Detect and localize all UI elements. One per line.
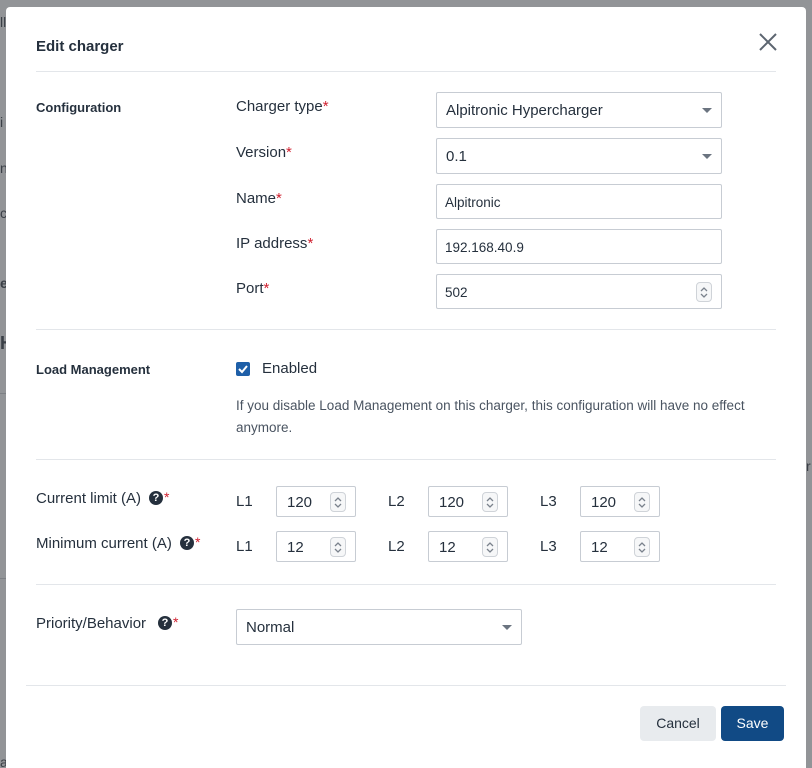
minimum-current-l1-value: 12 — [287, 539, 304, 556]
version-label: Version* — [236, 144, 292, 161]
current-limit-l3-input[interactable]: 120 — [580, 486, 660, 517]
charger-type-label-text: Charger type — [236, 98, 323, 115]
stepper[interactable] — [482, 537, 498, 557]
current-limit-label: Current limit (A) — [36, 490, 141, 507]
version-select[interactable]: 0.1 — [436, 138, 722, 174]
current-limit-l1-input[interactable]: 120 — [276, 486, 356, 517]
help-icon[interactable]: ? — [149, 491, 163, 505]
load-management-checkbox[interactable] — [236, 362, 250, 376]
checkmark-icon — [238, 365, 248, 374]
load-management-note-line1: If you disable Load Management on this c… — [236, 398, 745, 413]
port-stepper[interactable] — [696, 282, 712, 302]
header-divider — [36, 71, 776, 72]
dialog-header: Edit charger — [6, 7, 806, 72]
stepper-arrows-icon — [638, 497, 646, 508]
phase-label-l2: L2 — [388, 493, 405, 510]
stepper-arrows-icon — [334, 497, 342, 508]
name-label-text: Name — [236, 190, 277, 207]
version-label-text: Version — [236, 144, 287, 161]
minimum-current-label: Minimum current (A) — [36, 535, 172, 552]
ip-address-value: 192.168.40.9 — [445, 240, 524, 255]
phase-label-l3: L3 — [540, 493, 557, 510]
close-button[interactable] — [755, 29, 781, 55]
port-value: 502 — [445, 285, 468, 300]
required-marker: * — [164, 489, 170, 505]
required-marker: * — [263, 280, 270, 297]
priority-select[interactable]: Normal — [236, 609, 522, 645]
minimum-current-label-text: Minimum current (A) — [36, 535, 172, 552]
load-management-note-line2: anymore. — [236, 420, 293, 435]
port-label-text: Port — [236, 280, 264, 297]
required-marker: * — [173, 614, 179, 630]
section-divider — [36, 459, 776, 460]
enabled-label: Enabled — [262, 360, 318, 377]
charger-type-label: Charger type* — [236, 98, 329, 115]
stepper-arrows-icon — [334, 542, 342, 553]
phase-label-l1: L1 — [236, 538, 253, 555]
phase-label-l2: L2 — [388, 538, 405, 555]
priority-label: Priority/Behavior — [36, 615, 146, 632]
help-icon[interactable]: ? — [180, 536, 194, 550]
minimum-current-l2-value: 12 — [439, 539, 456, 556]
edit-charger-dialog: Edit charger Configuration Charger type*… — [6, 7, 806, 768]
cancel-button[interactable]: Cancel — [640, 706, 716, 741]
priority-label-text: Priority/Behavior — [36, 615, 147, 632]
name-value: Alpitronic — [445, 195, 501, 210]
load-management-section-label: Load Management — [36, 362, 151, 377]
save-button[interactable]: Save — [721, 706, 784, 741]
priority-value: Normal — [246, 619, 295, 636]
stepper-arrows-icon — [486, 542, 494, 553]
stepper-arrows-icon — [638, 542, 646, 553]
help-icon[interactable]: ? — [158, 616, 172, 630]
port-label: Port* — [236, 280, 269, 297]
stepper[interactable] — [330, 537, 346, 557]
section-divider — [36, 329, 776, 330]
phase-label-l1: L1 — [236, 493, 253, 510]
dialog-title: Edit charger — [36, 38, 124, 55]
background-text: i — [0, 114, 4, 130]
ip-address-label-text: IP address — [236, 235, 308, 252]
current-limit-l1-value: 120 — [287, 494, 313, 511]
stepper[interactable] — [634, 537, 650, 557]
chevron-down-icon — [702, 154, 712, 159]
minimum-current-l3-value: 12 — [591, 539, 608, 556]
current-limit-label-text: Current limit (A) — [36, 490, 142, 507]
name-input[interactable]: Alpitronic — [436, 184, 722, 219]
stepper[interactable] — [482, 492, 498, 512]
phase-label-l3: L3 — [540, 538, 557, 555]
required-marker: * — [322, 98, 329, 115]
ip-address-label: IP address* — [236, 235, 313, 252]
configuration-section-label: Configuration — [36, 100, 122, 115]
background-text: r — [806, 458, 811, 474]
required-marker: * — [276, 190, 282, 207]
minimum-current-l3-input[interactable]: 12 — [580, 531, 660, 562]
stepper-arrows-icon — [486, 497, 494, 508]
chevron-down-icon — [502, 625, 512, 630]
required-marker: * — [286, 144, 292, 161]
minimum-current-l1-input[interactable]: 12 — [276, 531, 356, 562]
charger-type-value: Alpitronic Hypercharger — [446, 102, 603, 119]
close-icon — [759, 33, 777, 51]
stepper[interactable] — [634, 492, 650, 512]
name-label: Name* — [236, 190, 282, 207]
version-value: 0.1 — [446, 148, 467, 165]
stepper[interactable] — [330, 492, 346, 512]
current-limit-l3-value: 120 — [591, 494, 617, 511]
stepper-arrows-icon — [700, 287, 708, 298]
ip-address-input[interactable]: 192.168.40.9 — [436, 229, 722, 264]
required-marker: * — [307, 235, 314, 252]
required-marker: * — [195, 534, 201, 550]
footer-divider — [26, 685, 786, 686]
charger-type-select[interactable]: Alpitronic Hypercharger — [436, 92, 722, 128]
current-limit-l2-value: 120 — [439, 494, 465, 511]
minimum-current-l2-input[interactable]: 12 — [428, 531, 508, 562]
section-divider — [36, 584, 776, 585]
chevron-down-icon — [702, 108, 712, 113]
current-limit-l2-input[interactable]: 120 — [428, 486, 508, 517]
port-input[interactable]: 502 — [436, 274, 722, 309]
